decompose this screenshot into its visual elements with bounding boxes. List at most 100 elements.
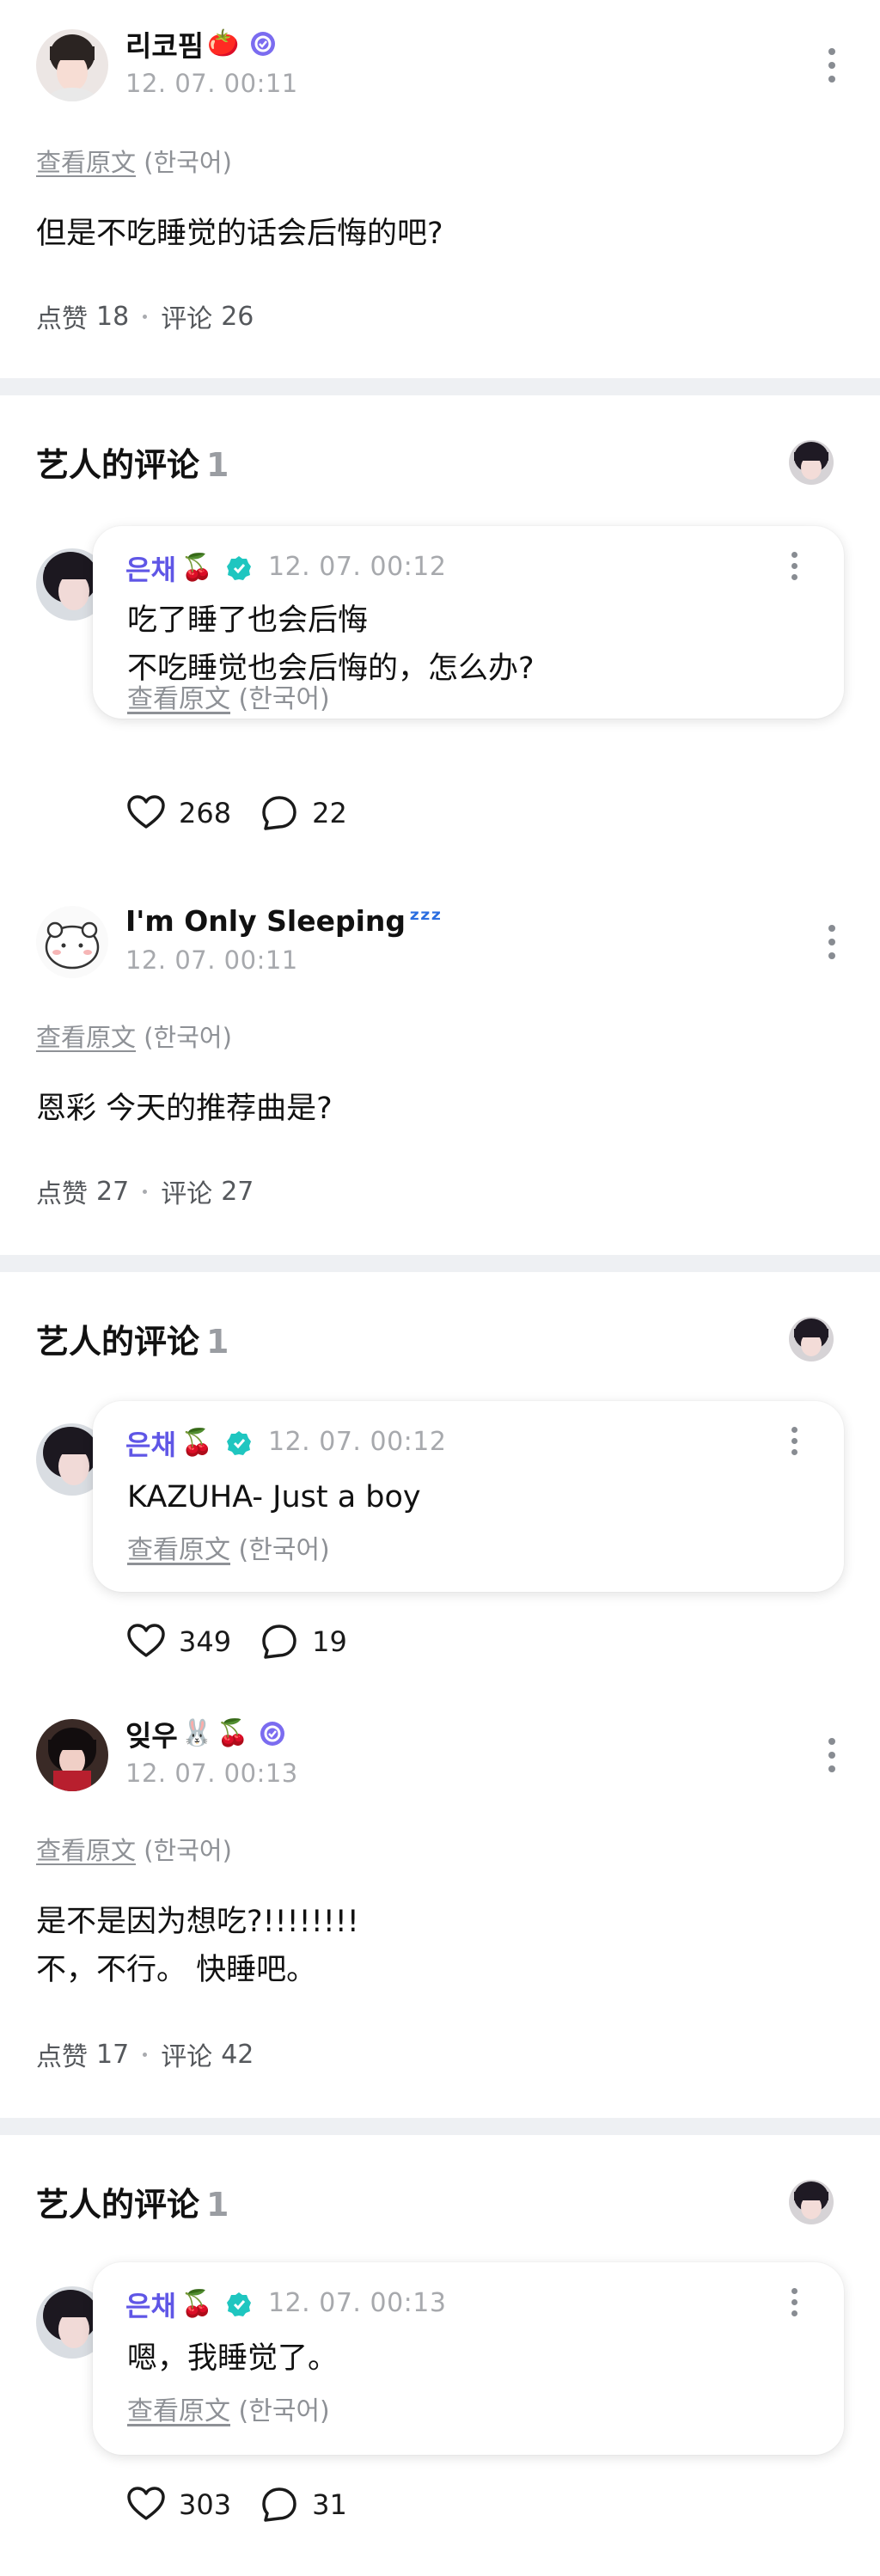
artist-name[interactable]: 은채	[125, 2285, 176, 2324]
post-text: 恩彩 今天的推荐曲是?	[36, 1092, 333, 1126]
comments-count: 42	[221, 2039, 254, 2070]
post-text: 但是不吃睡觉的话会后悔的吧?	[36, 217, 443, 251]
comment-bubble-icon[interactable]	[259, 2484, 300, 2525]
more-vertical-icon[interactable]	[787, 547, 801, 584]
artist-name[interactable]: 은채	[125, 1423, 176, 1463]
view-original: 查看原文 (한국어)	[36, 1831, 232, 1867]
artist-name-row: 은채 🍒	[125, 548, 253, 588]
more-vertical-icon[interactable]	[822, 916, 842, 968]
comments-count: 19	[312, 1625, 347, 1658]
likes-label: 点赞	[36, 2042, 88, 2072]
username[interactable]: 리코핌	[125, 23, 204, 64]
likes-count: 349	[179, 1625, 232, 1658]
reaction-bar: 268 22	[125, 792, 375, 834]
username-row: 잊우 🐰 🍒	[125, 1713, 286, 1754]
view-original-link[interactable]: 查看原文	[127, 1535, 230, 1565]
username[interactable]: I'm Only Sleeping	[125, 904, 406, 938]
artist-comment-count: 1	[206, 2186, 229, 2224]
comment-bubble-icon[interactable]	[259, 792, 300, 834]
artist-comment-title: 艺人的评论 1	[36, 1323, 229, 1361]
view-original-link[interactable]: 查看原文	[36, 148, 136, 177]
username-row: 리코핌 🍅	[125, 23, 277, 64]
username-row: I'm Only Sleeping ᶻᶻᶻ	[125, 903, 442, 939]
comments-count: 31	[312, 2488, 347, 2521]
likes-count: 268	[179, 797, 232, 829]
avatar[interactable]	[36, 29, 108, 101]
artist-comment-card: 은채 🍒 12. 07. 00:13 嗯，我睡觉了。 查看原文 (한국어)	[93, 2262, 844, 2455]
artist-comment-section: 艺人的评论 1 은채 🍒 12. 07. 00:12 吃了睡了也会后悔 不吃睡觉也…	[0, 395, 880, 875]
artist-name-row: 은채 🍒	[125, 2285, 253, 2324]
heart-icon[interactable]	[125, 792, 167, 834]
artist-comment-section: 艺人的评论 1 은채 🍒 12. 07. 00:12 KAZUHA- Just a…	[0, 1272, 880, 1688]
view-original: 查看原文 (한국어)	[127, 677, 330, 715]
timestamp: 12. 07. 00:11	[125, 945, 298, 975]
timestamp: 12. 07. 00:13	[125, 1759, 298, 1788]
comments-count: 27	[221, 1176, 254, 1207]
comments-count: 22	[312, 797, 347, 829]
name-emoji: 🍒	[217, 1718, 249, 1748]
likes-label: 点赞	[36, 304, 88, 334]
original-language: (한국어)	[144, 1836, 232, 1865]
artist-avatar-small[interactable]	[789, 2180, 834, 2224]
timestamp: 12. 07. 00:13	[268, 2288, 447, 2318]
artist-avatar-small[interactable]	[789, 1317, 834, 1361]
artist-emoji: 🍒	[180, 553, 214, 583]
original-language: (한국어)	[238, 684, 330, 714]
verified-icon	[251, 32, 276, 56]
view-original: 查看原文 (한국어)	[127, 2389, 330, 2427]
avatar[interactable]	[36, 1719, 108, 1791]
verified-icon	[260, 1722, 285, 1746]
comments-label[interactable]: 评论	[161, 297, 212, 335]
post-stats: 点赞 17 评论 42	[36, 2035, 254, 2073]
verified-icon	[227, 1431, 252, 1455]
reaction-bar: 349 19	[125, 1621, 375, 1662]
heart-icon[interactable]	[125, 2484, 167, 2525]
heart-icon[interactable]	[125, 1621, 167, 1662]
artist-comment-text: 嗯，我睡觉了。	[127, 2341, 339, 2376]
name-emoji: ᶻᶻᶻ	[409, 905, 442, 935]
comment-bubble-icon[interactable]	[259, 1621, 300, 1662]
original-language: (한국어)	[144, 148, 232, 177]
post-text: 是不是因为想吃?!!!!!!!! 不，不行。 快睡吧。	[36, 1905, 359, 1987]
likes-count: 18	[96, 301, 130, 332]
artist-comment-title: 艺人的评论 1	[36, 446, 229, 484]
artist-comment-section: 艺人的评论 1 은채 🍒 12. 07. 00:13 嗯，我睡觉了。 查看原文 (…	[0, 2135, 880, 2576]
post-stats: 点赞 27 评论 27	[36, 1172, 254, 1210]
fan-post: 잊우 🐰 🍒 12. 07. 00:13 查看原文 (한국어) 是不是因为想吃?…	[0, 1688, 880, 2118]
more-vertical-icon[interactable]	[822, 40, 842, 91]
avatar[interactable]	[36, 906, 108, 978]
artist-comment-count: 1	[206, 1323, 229, 1361]
more-vertical-icon[interactable]	[787, 2283, 801, 2321]
view-original-link[interactable]: 查看原文	[127, 684, 230, 714]
name-emoji: 🍅	[207, 28, 240, 58]
fan-post: I'm Only Sleeping ᶻᶻᶻ 12. 07. 00:11 查看原文…	[0, 875, 880, 1255]
section-divider	[0, 378, 880, 395]
view-original-link[interactable]: 查看原文	[127, 2396, 230, 2426]
more-vertical-icon[interactable]	[822, 1729, 842, 1781]
artist-comment-count: 1	[206, 446, 229, 484]
username[interactable]: 잊우	[125, 1713, 178, 1754]
comments-label[interactable]: 评论	[161, 1172, 212, 1210]
artist-name[interactable]: 은채	[125, 548, 176, 588]
timestamp: 12. 07. 00:12	[268, 552, 447, 582]
timestamp: 12. 07. 00:12	[268, 1427, 447, 1457]
comments-label[interactable]: 评论	[161, 2035, 212, 2073]
view-original-link[interactable]: 查看原文	[36, 1836, 136, 1865]
artist-comment-title: 艺人的评论 1	[36, 2186, 229, 2224]
artist-emoji: 🍒	[180, 1428, 214, 1458]
timestamp: 12. 07. 00:11	[125, 69, 298, 98]
artist-avatar-small[interactable]	[789, 440, 834, 485]
fan-post: 리코핌 🍅 12. 07. 00:11 查看原文 (한국어) 但是不吃睡觉的话会…	[0, 0, 880, 378]
view-original-link[interactable]: 查看原文	[36, 1023, 136, 1052]
original-language: (한국어)	[144, 1023, 232, 1052]
comments-count: 26	[221, 301, 254, 332]
section-divider	[0, 1255, 880, 1272]
name-emoji: 🐰	[180, 1718, 214, 1748]
original-language: (한국어)	[238, 1535, 330, 1565]
artist-comment-card: 은채 🍒 12. 07. 00:12 吃了睡了也会后悔 不吃睡觉也会后悔的，怎么…	[93, 526, 844, 719]
more-vertical-icon[interactable]	[787, 1422, 801, 1459]
verified-icon	[227, 556, 252, 580]
view-original: 查看原文 (한국어)	[36, 1018, 232, 1054]
view-original: 查看原文 (한국어)	[36, 143, 232, 179]
artist-comment-card: 은채 🍒 12. 07. 00:12 KAZUHA- Just a boy 查看…	[93, 1401, 844, 1592]
